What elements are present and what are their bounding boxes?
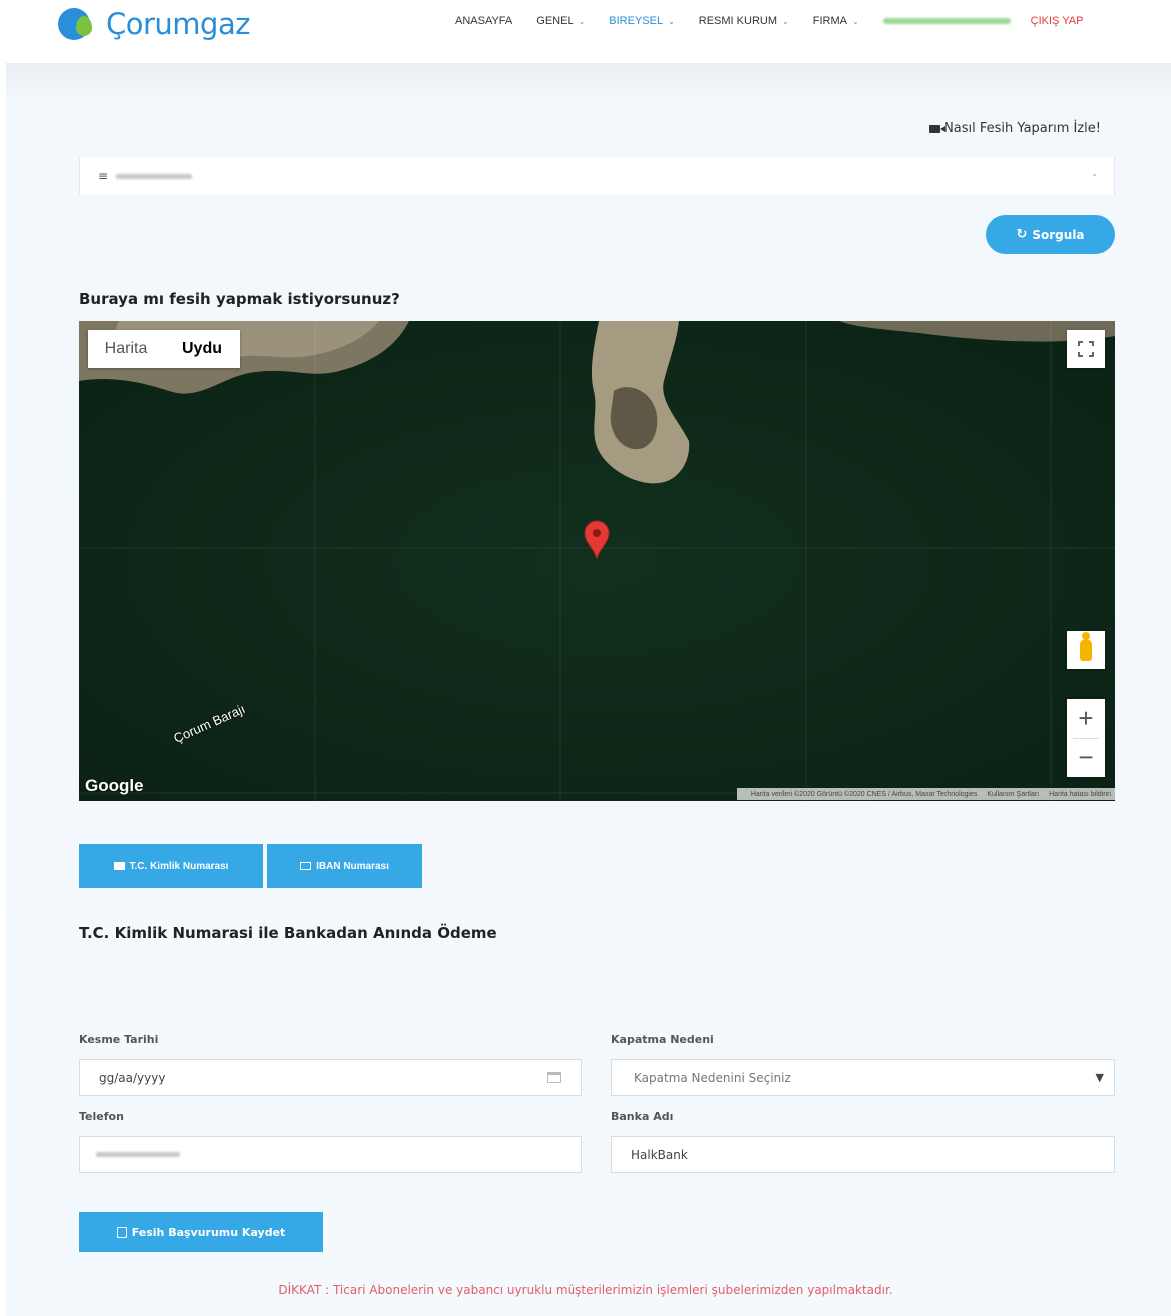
map-section-title: Buraya mı fesih yapmak istiyorsunuz? xyxy=(79,290,400,308)
list-icon: ≡ xyxy=(98,169,109,183)
chevron-down-icon: ⌄ xyxy=(782,16,789,26)
nav-item-genel[interactable]: GENEL ⌄ xyxy=(536,15,585,27)
reason-label: Kapatma Nedeni xyxy=(611,1033,714,1046)
phone-label: Telefon xyxy=(79,1110,124,1123)
nav-item-anasayfa[interactable]: ANASAYFA xyxy=(455,15,512,27)
tab-tc-kimlik[interactable]: T.C. Kimlik Numarası xyxy=(79,844,263,888)
map-type-harita[interactable]: Harita xyxy=(88,330,164,368)
zoom-out-button[interactable]: − xyxy=(1067,739,1105,777)
subscription-select[interactable]: ≡ ⌄ xyxy=(79,157,1115,195)
credit-card-icon xyxy=(300,862,312,870)
nav-item-resmi-kurum[interactable]: RESMI KURUM ⌄ xyxy=(699,15,789,27)
chevron-down-icon: ⌄ xyxy=(668,16,675,26)
map-data-attribution: Harita verileri ©2020 Görüntü ©2020 CNES… xyxy=(750,790,978,798)
save-termination-button[interactable]: Fesih Başvurumu Kaydet xyxy=(79,1212,323,1252)
refresh-icon: ↻ xyxy=(1016,227,1028,242)
zoom-control: + − xyxy=(1067,699,1105,777)
nav-item-bireysel[interactable]: BIREYSEL ⌄ xyxy=(609,15,675,27)
subscription-value-redacted xyxy=(116,173,193,179)
pegman-icon xyxy=(1080,632,1092,661)
chevron-down-icon: ⌄ xyxy=(1091,169,1098,178)
site-header: Çorumgaz ANASAYFA GENEL ⌄ BIREYSEL ⌄ RESMI… xyxy=(0,0,1171,58)
logout-link[interactable]: ÇIKIŞ YAP xyxy=(1031,15,1084,27)
dropdown-triangle-icon: ▼ xyxy=(1095,1071,1104,1084)
zoom-in-button[interactable]: + xyxy=(1067,700,1105,738)
street-view-button[interactable] xyxy=(1067,631,1105,669)
logo-mark-icon xyxy=(58,6,100,42)
user-name-redacted[interactable] xyxy=(882,18,1011,24)
fullscreen-icon xyxy=(1078,341,1094,357)
bank-label: Banka Adı xyxy=(611,1110,674,1123)
chevron-down-icon: ⌄ xyxy=(578,16,586,26)
form-title: T.C. Kimlik Numarasi ile Bankadan Anında… xyxy=(79,924,497,942)
query-button[interactable]: ↻ Sorgula xyxy=(986,215,1115,254)
map-type-uydu[interactable]: Uydu xyxy=(164,330,240,368)
chevron-down-icon: ⌄ xyxy=(851,16,859,26)
video-camera-icon xyxy=(929,124,946,133)
site-logo[interactable]: Çorumgaz xyxy=(58,5,250,43)
map-attribution: Harita verileri ©2020 Görüntü ©2020 CNES… xyxy=(736,788,1115,800)
fullscreen-button[interactable] xyxy=(1067,330,1105,368)
logo-text: Çorumgaz xyxy=(106,7,250,41)
main-nav: ANASAYFA GENEL ⌄ BIREYSEL ⌄ RESMI KURUM ⌄ F… xyxy=(455,15,1083,27)
map-report-link[interactable]: Harita hatası bildirin xyxy=(1049,791,1111,798)
map-type-toggle: Harita Uydu xyxy=(88,330,240,368)
reason-select[interactable]: Kapatma Nedenini Seçiniz ▼ xyxy=(611,1059,1115,1096)
cut-date-input[interactable]: gg/aa/yyyy xyxy=(79,1059,582,1096)
how-to-video-link[interactable]: Nasıl Fesih Yaparım İzle! xyxy=(929,121,1101,136)
map-terms-link[interactable]: Kullanım Şartları xyxy=(987,791,1039,798)
cut-date-label: Kesme Tarihi xyxy=(79,1033,159,1046)
nav-item-firma[interactable]: FIRMA ⌄ xyxy=(813,15,859,27)
tab-iban[interactable]: IBAN Numarası xyxy=(267,844,422,888)
id-card-icon xyxy=(113,862,125,870)
phone-input[interactable] xyxy=(79,1136,582,1173)
warning-note: DİKKAT : Ticari Abonelerin ve yabancı uy… xyxy=(278,1283,893,1297)
satellite-imagery xyxy=(79,321,1115,801)
save-icon xyxy=(116,1226,127,1238)
bank-name-input[interactable]: HalkBank xyxy=(611,1136,1115,1173)
location-map[interactable]: Harita Uydu + − Çorum Barajı Google Hari… xyxy=(79,321,1115,801)
calendar-icon[interactable] xyxy=(547,1072,561,1083)
google-logo[interactable]: Google xyxy=(85,776,144,796)
phone-value-redacted xyxy=(96,1152,180,1157)
